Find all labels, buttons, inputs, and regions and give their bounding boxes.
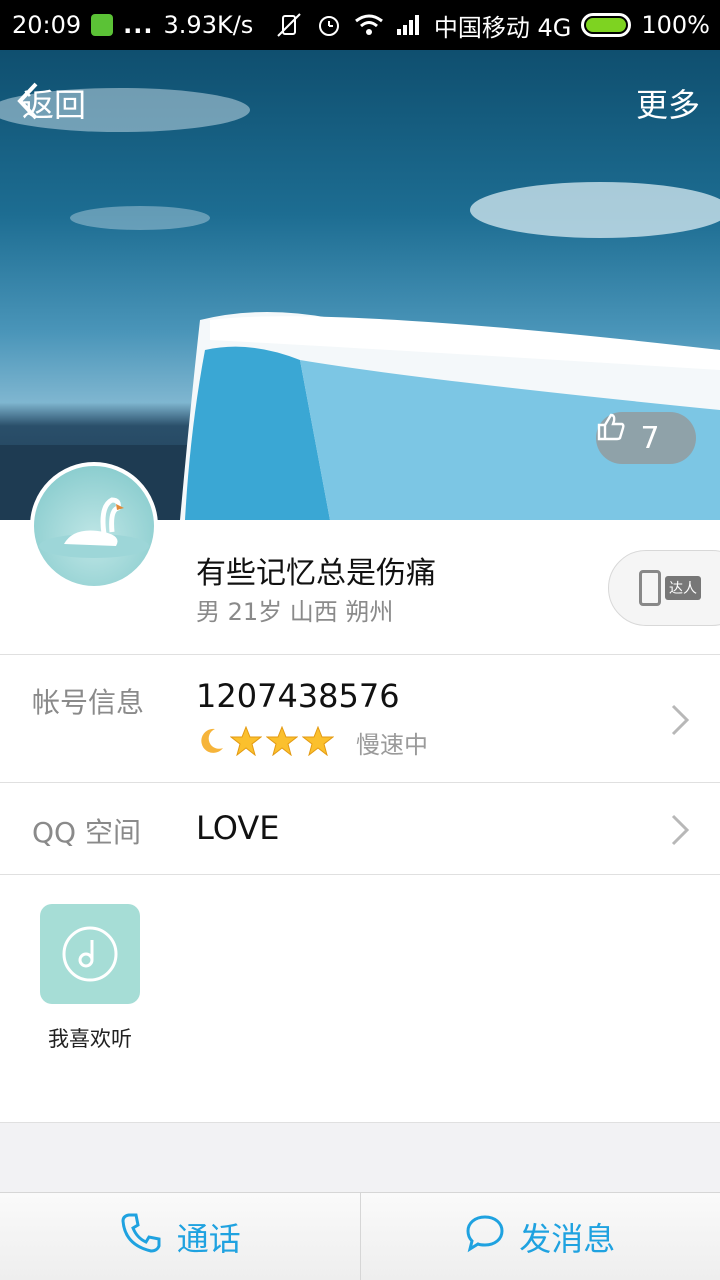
- carrier-label: 中国移动 4G: [433, 13, 572, 42]
- network-speed: 3.93K/s: [163, 11, 254, 39]
- call-button[interactable]: 通话: [0, 1193, 360, 1280]
- star-icon: [301, 725, 335, 760]
- battery-icon: [581, 13, 632, 37]
- qq-level: 慢速中: [196, 725, 428, 760]
- music-disc-icon: [62, 926, 118, 982]
- like-button[interactable]: 7: [596, 412, 696, 464]
- status-time: 20:09: [12, 11, 82, 39]
- battery-percent: 100%: [641, 11, 710, 39]
- qzone-label: QQ 空间: [32, 816, 141, 849]
- status-bar: 20:09 ... 3.93K/s 中国移动 4G 100%: [0, 0, 720, 50]
- account-info-label: 帐号信息: [32, 686, 145, 719]
- bottom-action-bar: 通话 发消息: [0, 1192, 720, 1280]
- favorite-music-tile[interactable]: [40, 904, 140, 1004]
- qzone-value: LOVE: [196, 809, 280, 847]
- star-icon: [229, 725, 263, 760]
- phone-call-icon: [119, 1211, 163, 1263]
- cover-photo[interactable]: 返回 更多 7: [0, 50, 720, 520]
- qq-number: 1207438576: [196, 677, 400, 715]
- qzone-row[interactable]: QQ 空间 LOVE: [0, 783, 720, 875]
- favorite-music-label: 我喜欢听: [48, 1027, 132, 1051]
- phone-icon: [639, 570, 661, 606]
- mute-vibrate-icon: [274, 10, 304, 40]
- like-count: 7: [640, 420, 660, 456]
- alarm-icon: [314, 10, 344, 40]
- nickname: 有些记忆总是伤痛: [196, 556, 436, 591]
- favorites-section: 我喜欢听: [0, 875, 720, 1123]
- talent-tag: 达人: [665, 576, 701, 600]
- chat-bubble-icon: [465, 1213, 505, 1261]
- swan-icon: [39, 497, 149, 558]
- send-message-label: 发消息: [519, 1219, 616, 1258]
- profile-meta: 男 21岁 山西 朔州: [196, 598, 394, 626]
- back-button[interactable]: 返回: [16, 80, 86, 126]
- chevron-right-icon: [670, 813, 690, 851]
- signal-icon: [394, 10, 424, 40]
- more-button[interactable]: 更多: [636, 80, 700, 126]
- wifi-icon: [354, 10, 384, 40]
- speed-status: 慢速中: [356, 731, 428, 759]
- avatar[interactable]: [30, 462, 158, 590]
- send-message-button[interactable]: 发消息: [361, 1193, 720, 1280]
- moon-icon: [196, 726, 226, 760]
- talent-badge-button[interactable]: 达人: [608, 550, 720, 626]
- account-info-row[interactable]: 帐号信息 1207438576 慢速中: [0, 655, 720, 783]
- call-label: 通话: [176, 1219, 241, 1258]
- status-more-dots: ...: [123, 11, 154, 39]
- star-icon: [265, 725, 299, 760]
- chevron-right-icon: [670, 703, 690, 741]
- app-notification-icon: [91, 14, 114, 36]
